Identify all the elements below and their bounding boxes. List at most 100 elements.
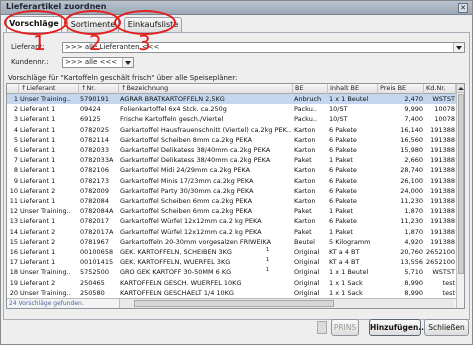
chevron-down-icon[interactable] — [453, 43, 464, 52]
cell-preis-be: 9,990 — [404, 105, 423, 114]
header-bezeichnung[interactable]: ↑Bezeichnung — [119, 84, 293, 94]
table-row[interactable]: 4 Lieferant 1 0782025 Garkartoffel Hausfrau… — [7, 125, 456, 135]
suggestions-table: ↑Lieferant ↑Nr. ↑Bezeichnung BE Inhalt B… — [6, 83, 465, 309]
table-row[interactable]: 20 Unser Training.. 250580 KARTOFFELN GESCH… — [7, 288, 456, 298]
lieferant-select[interactable]: >>> alle Lieferanten <<< — [62, 42, 465, 53]
cell-bezeichnung: AGRAR BRATKARTOFFELN 2,5KG — [120, 95, 225, 103]
cell-preis-be: 16,560 — [400, 135, 423, 144]
cell-rownum: 12 — [9, 207, 18, 216]
cell-rownum: 3 — [13, 115, 18, 124]
cell-preis-be: 13,556 — [400, 258, 423, 267]
header-nr[interactable]: ↑Nr. — [79, 84, 119, 94]
cell-rownum: 11 — [9, 197, 18, 205]
cell-nr: 0782106 — [80, 166, 109, 175]
cell-kdnr: WSTST — [432, 268, 455, 277]
table-row[interactable]: 9 Lieferant 1 0782173 Garkartoffel Minis 17… — [7, 176, 456, 186]
cell-be: Original — [294, 268, 320, 277]
table-row[interactable]: 2 Lieferant 1 09424 Folienkartoffel 6x4 Stc… — [7, 104, 456, 114]
table-row[interactable]: 16 Lieferant 1 00100658 GEK. KARTOFFELN, SC… — [7, 247, 456, 257]
table-row[interactable]: 8 Lieferant 1 0782106 Garkartoffel Midi 24/… — [7, 165, 456, 175]
chevron-down-icon[interactable] — [122, 58, 133, 67]
cell-lieferant: Lieferant 2 — [20, 237, 56, 246]
table-row[interactable]: 11 Lieferant 1 0782084 Garkartoffel Scheibe… — [7, 196, 456, 206]
cell-nr: 0782033A — [80, 156, 114, 165]
cell-kdnr: 191388 — [430, 207, 455, 216]
cell-bezeichnung: Garkartoffel Delikatess 38/40mm ca.2kg P… — [120, 146, 271, 154]
cell-rownum: 10 — [9, 186, 18, 195]
cell-inhalt-be: 6 Pakete — [329, 146, 357, 154]
cell-kdnr: 191388 — [430, 217, 455, 226]
close-icon[interactable]: ✕ — [458, 3, 468, 13]
tab-einkaufsliste[interactable]: Einkaufsliste — [124, 17, 182, 32]
cell-lieferant: Lieferant 1 — [20, 197, 56, 205]
table-row[interactable]: 13 Lieferant 1 0782017 Garkartoffel Würfel … — [7, 216, 456, 226]
table-row[interactable]: 19 Lieferant 2 250465 KARTOFFELN GESCH. WUE… — [7, 278, 456, 288]
cell-kdnr: 191388 — [430, 186, 455, 195]
cell-preis-be: 8,990 — [404, 278, 423, 287]
horizontal-scrollbar[interactable] — [119, 299, 454, 308]
title-bar: Lieferartikel zuordnen ✕ — [1, 1, 472, 15]
table-row[interactable]: 12 Unser Training.. 0782084A Garkartoffel S… — [7, 206, 456, 216]
add-button[interactable]: Hinzufügen... — [369, 319, 427, 336]
close-button[interactable]: Schließen — [424, 319, 469, 336]
cell-lieferant: Lieferant 1 — [20, 125, 56, 134]
cell-lieferant: Lieferant 1 — [20, 105, 56, 114]
prins-button[interactable]: PRINS — [331, 319, 359, 336]
cell-lieferant: Lieferant 1 — [20, 156, 56, 165]
table-row[interactable]: 10 Lieferant 2 0782009 Garkartoffel Party 3… — [7, 186, 456, 196]
table-row[interactable]: 17 Lieferant 1 00101415 GEK. KARTOFFELN, WU… — [7, 257, 456, 267]
header-be[interactable]: BE — [293, 84, 328, 94]
cell-bezeichnung: Garkartoffeln 20-30mm vorgesalzen FRIWEI… — [120, 237, 272, 246]
tab-sortimente[interactable]: Sortimente — [67, 17, 119, 32]
cell-nr: 00101415 — [80, 258, 114, 267]
table-row[interactable]: 18 Unser Training.. 5752500 GRO GEK KARTOFF… — [7, 267, 456, 277]
hscroll-thumb[interactable] — [134, 300, 334, 307]
table-row[interactable]: 7 Lieferant 1 0782033A Garkartoffel Delikat… — [7, 155, 456, 165]
cell-rownum: 5 — [13, 135, 18, 144]
cell-be: Original — [294, 258, 320, 267]
vertical-scrollbar[interactable] — [456, 84, 464, 308]
cell-be: Karton — [294, 146, 316, 154]
table-row[interactable]: 6 Lieferant 1 0782033 Garkartoffel Delikate… — [7, 145, 456, 155]
cell-preis-be: 2,660 — [404, 156, 423, 165]
cell-bezeichnung: Garkartoffel Minis 17/23mm ca.2kg PEKA — [120, 176, 254, 185]
cell-lieferant: Unser Training.. — [20, 95, 71, 103]
cell-preis-be: 2,470 — [404, 95, 423, 103]
cell-inhalt-be: KT a 4 BT — [329, 248, 360, 256]
row-mark: 1 — [266, 247, 270, 253]
header-rownum[interactable] — [7, 84, 19, 94]
cell-rownum: 7 — [13, 156, 18, 165]
cell-inhalt-be: 1 x 1 Sack — [329, 278, 363, 287]
cell-bezeichnung: Garkartoffel Scheiben 6mm ca.2kg PEKA — [120, 197, 253, 205]
cell-preis-be: 16,140 — [400, 125, 423, 134]
cell-preis-be: 8,990 — [404, 288, 423, 297]
cell-kdnr: 10078 — [434, 115, 455, 124]
table-row[interactable]: 1 Unser Training.. 5790191 AGRAR BRATKARTOF… — [7, 94, 456, 104]
header-preis-be[interactable]: Preis BE — [378, 84, 424, 94]
tab-vorschlaege[interactable]: Vorschläge — [6, 16, 62, 32]
table-row[interactable]: 5 Lieferant 1 0782114 Garkartoffel Scheiben… — [7, 135, 456, 145]
cell-inhalt-be: 1 Paket — [329, 227, 353, 236]
cell-rownum: 19 — [9, 278, 18, 287]
header-inhalt-be[interactable]: Inhalt BE — [328, 84, 378, 94]
cell-lieferant: Unser Training.. — [20, 207, 71, 216]
cell-bezeichnung: Garkartoffel Würfel 12x12mm ca.2 kg PEKA — [120, 217, 262, 226]
table-row[interactable]: 15 Lieferant 2 0781967 Garkartoffeln 20-30m… — [7, 237, 456, 247]
cell-rownum: 20 — [9, 288, 18, 297]
suggestions-caption: Vorschläge für "Kartoffeln geschält fris… — [8, 74, 238, 82]
cell-bezeichnung: Garkartoffel Hausfrauenschnitt (Viertel)… — [120, 125, 292, 134]
cell-lieferant: Lieferant 2 — [20, 186, 56, 195]
cell-rownum: 14 — [9, 227, 18, 236]
row-mark: 1 — [266, 267, 270, 274]
header-lieferant[interactable]: ↑Lieferant — [19, 84, 79, 94]
cell-bezeichnung: Garkartoffel Party 30/30mm ca.2kg PEKA — [120, 186, 254, 195]
scroll-thumb[interactable] — [458, 94, 464, 274]
cell-lieferant: Lieferant 1 — [20, 166, 56, 175]
cell-preis-be: 28,740 — [400, 166, 423, 175]
table-row[interactable]: 3 Lieferant 1 69125 Frische Kartoffeln gesc… — [7, 114, 456, 124]
scroll-up-icon[interactable] — [457, 84, 464, 93]
cell-kdnr: 10078 — [434, 105, 455, 114]
header-kdnr[interactable]: Kd.Nr. — [424, 84, 456, 94]
table-row[interactable]: 14 Lieferant 2 0782017A Garkartoffel Würfel… — [7, 227, 456, 237]
kundennr-select[interactable]: >>> alle <<< — [62, 57, 134, 68]
